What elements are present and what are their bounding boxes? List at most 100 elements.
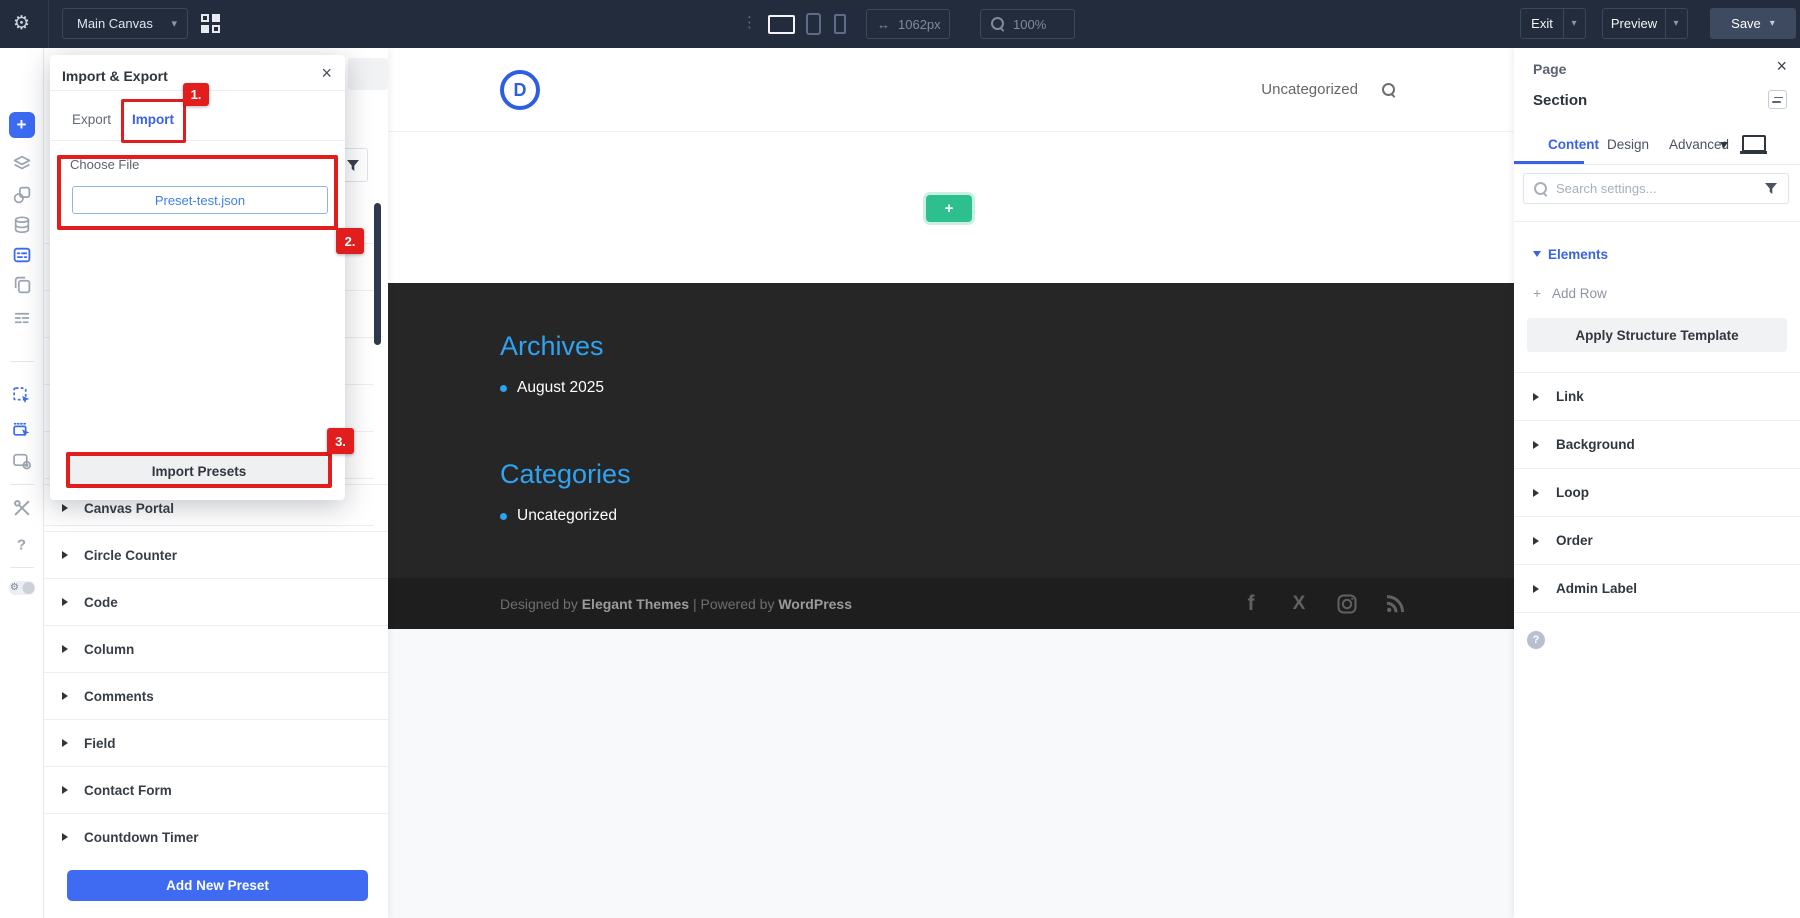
builder-mode-toggle[interactable]: ⚙	[8, 581, 35, 595]
tools-icon[interactable]	[12, 499, 31, 518]
platform-link[interactable]: WordPress	[778, 596, 852, 612]
group-background[interactable]: Background	[1514, 421, 1800, 469]
caret-right-icon	[62, 692, 68, 700]
canvas-selector-label: Main Canvas	[77, 16, 153, 31]
preview-dropdown-chevron[interactable]: ▾	[1665, 8, 1688, 39]
grid-select-mode-button[interactable]	[12, 419, 32, 439]
search-placeholder: Search settings...	[1556, 181, 1657, 196]
page-header-divider	[388, 131, 1514, 132]
group-order[interactable]: Order	[1514, 517, 1800, 565]
rail-divider	[10, 361, 34, 362]
group-label: Admin Label	[1556, 581, 1638, 596]
add-row-plus-icon[interactable]: +	[1533, 285, 1541, 301]
tab-design[interactable]: Design	[1607, 137, 1649, 152]
group-link[interactable]: Link	[1514, 373, 1800, 421]
rail-divider	[10, 567, 34, 568]
tabs-dropdown-caret-icon[interactable]	[1720, 142, 1728, 148]
caret-right-icon	[1533, 440, 1539, 449]
caret-right-icon	[62, 739, 68, 747]
export-tab[interactable]: Export	[72, 112, 111, 127]
caret-down-icon[interactable]	[1533, 251, 1541, 257]
caret-right-icon	[1533, 488, 1539, 497]
facebook-icon[interactable]: f	[1240, 592, 1262, 615]
presets-panel-button-active[interactable]	[12, 246, 32, 265]
site-search-icon[interactable]	[1382, 82, 1396, 97]
rows-list-icon[interactable]	[12, 309, 31, 328]
add-new-preset-button[interactable]: Add New Preset	[67, 870, 368, 901]
categories-widget-title: Categories	[500, 459, 631, 489]
preset-group-countdown-timer[interactable]: Countdown Timer	[44, 813, 388, 860]
plus-icon: +	[16, 115, 27, 134]
exit-button[interactable]: Exit	[1520, 8, 1564, 39]
exit-dropdown-chevron[interactable]: ▾	[1563, 8, 1586, 39]
add-section-button[interactable]: +	[926, 195, 972, 222]
annotation-box-2	[57, 155, 338, 230]
x-twitter-icon[interactable]: X	[1288, 593, 1310, 615]
add-row-button[interactable]: Add Row	[1552, 286, 1607, 301]
layout-grid-button[interactable]	[201, 14, 222, 35]
save-label: Save	[1731, 16, 1761, 31]
design-shapes-icon[interactable]	[12, 186, 31, 205]
category-list-item[interactable]: Uncategorized	[500, 507, 1402, 525]
help-icon[interactable]: ?	[17, 537, 26, 554]
close-panel-icon[interactable]: ×	[1776, 56, 1787, 77]
close-modal-icon[interactable]: ×	[321, 63, 332, 84]
bullet-icon	[500, 384, 507, 392]
desktop-view-button[interactable]	[768, 15, 795, 34]
designer-link[interactable]: Elegant Themes	[582, 596, 689, 612]
preset-group-label: Canvas Portal	[84, 500, 175, 516]
hover-select-mode-button[interactable]	[12, 386, 32, 406]
add-module-button[interactable]: +	[8, 112, 35, 138]
builder-settings-gear-icon[interactable]: ⚙	[13, 13, 30, 35]
apply-structure-template-button[interactable]: Apply Structure Template	[1527, 318, 1787, 352]
site-logo[interactable]: D	[500, 70, 540, 110]
builder-toolbar: ⚙ Main Canvas ▾ ⋮ ↔ 1062px 100% Exit ▾ P…	[0, 0, 1800, 48]
funnel-icon[interactable]	[1764, 182, 1778, 195]
desktop-responsive-icon[interactable]	[1740, 135, 1767, 154]
preset-group-label: Column	[84, 641, 135, 657]
tab-content[interactable]: Content	[1548, 137, 1599, 152]
group-loop[interactable]: Loop	[1514, 469, 1800, 517]
group-label: Link	[1556, 389, 1584, 404]
rail-divider	[10, 484, 34, 485]
toolbar-divider	[48, 0, 49, 48]
preset-group-contact-form[interactable]: Contact Form	[44, 766, 388, 813]
modal-tabs-divider	[50, 140, 345, 141]
nav-link-uncategorized[interactable]: Uncategorized	[1261, 81, 1358, 98]
credits-text: Powered by	[700, 595, 775, 612]
canvas-zoom-input[interactable]: 100%	[980, 9, 1075, 39]
settings-groups: Link Background Loop Order Admin Label	[1514, 372, 1800, 613]
more-options-icon[interactable]: ⋮	[742, 13, 757, 33]
tablet-view-button[interactable]	[806, 13, 821, 35]
canvas-selector-dropdown[interactable]: Main Canvas ▾	[62, 8, 188, 39]
preset-group-circle-counter[interactable]: Circle Counter	[44, 531, 388, 578]
panel-scrollbar[interactable]	[374, 203, 381, 345]
preset-group-field[interactable]: Field	[44, 719, 388, 766]
annotation-box-3	[66, 452, 332, 488]
preset-group-code[interactable]: Code	[44, 578, 388, 625]
database-icon[interactable]	[12, 216, 31, 235]
copy-layouts-icon[interactable]	[12, 276, 31, 295]
group-admin-label[interactable]: Admin Label	[1514, 565, 1800, 613]
chevron-down-icon: ▾	[1571, 18, 1577, 29]
phone-view-button[interactable]	[834, 14, 846, 34]
instagram-icon[interactable]	[1336, 593, 1358, 615]
caret-right-icon	[62, 598, 68, 606]
elements-group-header[interactable]: Elements	[1548, 247, 1608, 262]
layers-icon[interactable]	[12, 155, 31, 174]
panel-help-icon[interactable]: ?	[1527, 631, 1545, 649]
preview-button[interactable]: Preview	[1602, 8, 1666, 39]
panel-header-chip	[348, 58, 388, 90]
element-presets-icon[interactable]	[1768, 90, 1787, 109]
preset-group-comments[interactable]: Comments	[44, 672, 388, 719]
canvas-width-input[interactable]: ↔ 1062px	[866, 9, 950, 39]
preset-group-column[interactable]: Column	[44, 625, 388, 672]
annotation-badge-2: 2.	[336, 228, 364, 254]
save-button[interactable]: Save ▾	[1710, 8, 1796, 39]
bullet-icon	[500, 512, 507, 520]
rss-icon[interactable]	[1384, 593, 1406, 615]
module-settings-icon[interactable]	[12, 451, 32, 471]
settings-search-input[interactable]: Search settings...	[1523, 173, 1789, 204]
credits-separator: |	[692, 595, 697, 612]
archive-list-item[interactable]: August 2025	[500, 379, 1402, 397]
